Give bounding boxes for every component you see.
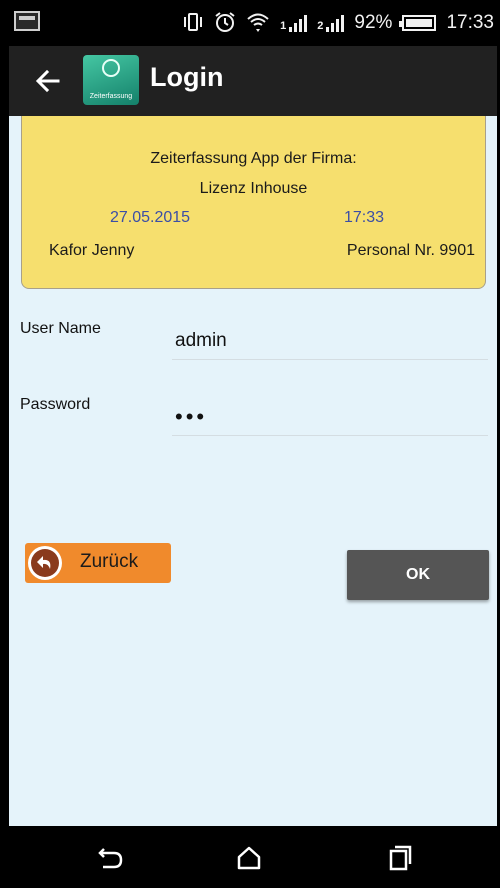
nav-home-icon[interactable] xyxy=(232,843,266,873)
app-logo: Zeiterfassung xyxy=(83,55,139,105)
password-label: Password xyxy=(20,396,91,413)
license-text: Lizenz Inhouse xyxy=(199,180,308,197)
speedometer-icon xyxy=(102,59,120,77)
back-arrow-icon[interactable] xyxy=(31,64,65,98)
phone-screen: 1 2 92% 17:33 Zeiterfassung Login Zeiter… xyxy=(0,0,500,888)
signal-1-label: 1 xyxy=(280,20,287,32)
undo-arrow-icon xyxy=(28,546,62,580)
company-heading: Zeiterfassung App der Firma: xyxy=(150,150,357,167)
page-title: Login xyxy=(150,62,224,92)
signal-1-icon: 1 xyxy=(280,14,308,32)
back-button-label: Zurück xyxy=(80,551,139,572)
screenshot-icon xyxy=(14,11,40,31)
employee-name: Kafor Jenny xyxy=(49,242,135,259)
system-nav-bar xyxy=(0,826,500,888)
back-button[interactable]: Zurück xyxy=(25,543,171,583)
status-bar: 1 2 92% 17:33 xyxy=(0,0,500,46)
nav-recents-icon[interactable] xyxy=(382,843,416,873)
personal-number: Personal Nr. 9901 xyxy=(346,242,475,259)
status-time: 17:33 xyxy=(446,12,494,33)
battery-icon xyxy=(399,15,437,31)
alarm-icon xyxy=(214,11,236,36)
date-text: 27.05.2015 xyxy=(110,209,191,226)
signal-2-icon: 2 xyxy=(317,14,345,32)
time-text: 17:33 xyxy=(344,209,385,226)
wifi-icon xyxy=(246,11,270,36)
vibrate-icon xyxy=(182,12,204,35)
status-icons: 1 2 92% 17:33 xyxy=(182,10,494,36)
login-content: Zeiterfassung App der Firma: Lizenz Inho… xyxy=(9,116,497,826)
ok-button[interactable]: OK xyxy=(347,550,489,600)
signal-2-label: 2 xyxy=(317,20,324,32)
battery-percent: 92% xyxy=(354,12,393,33)
username-input[interactable] xyxy=(172,322,488,360)
app-bar: Zeiterfassung Login xyxy=(9,46,497,116)
nav-back-icon[interactable] xyxy=(94,843,128,873)
company-info-card: Zeiterfassung App der Firma: Lizenz Inho… xyxy=(21,116,486,289)
password-input[interactable] xyxy=(172,398,488,436)
username-label: User Name xyxy=(20,320,101,337)
app-logo-text: Zeiterfassung xyxy=(89,93,133,100)
